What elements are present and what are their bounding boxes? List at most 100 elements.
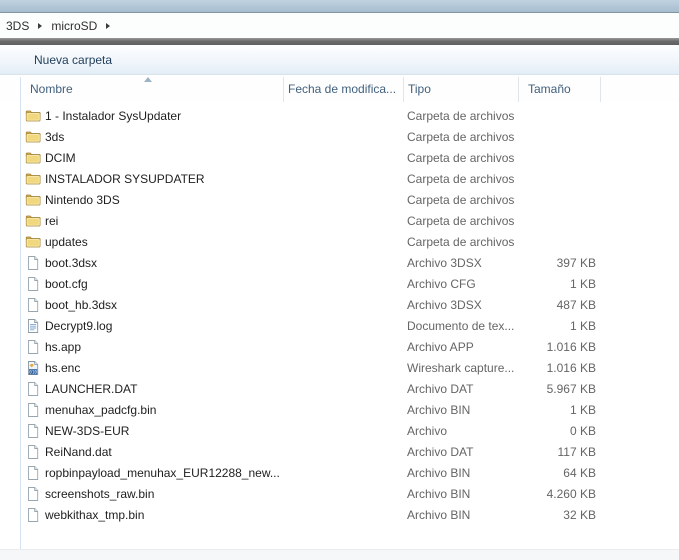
file-type: Carpeta de archivos bbox=[407, 214, 515, 228]
file-row[interactable]: 1 - Instalador SysUpdater Carpeta de arc… bbox=[0, 106, 679, 127]
file-type: Archivo 3DSX bbox=[407, 298, 482, 312]
column-header-date[interactable]: Fecha de modifica... bbox=[288, 82, 396, 96]
column-resize-handle[interactable] bbox=[518, 77, 519, 102]
file-size: 5.967 KB bbox=[546, 382, 596, 396]
file-icon bbox=[25, 465, 41, 481]
file-row[interactable]: 3ds Carpeta de archivos bbox=[0, 127, 679, 148]
file-name: hs.app bbox=[45, 340, 82, 354]
file-type: Carpeta de archivos bbox=[407, 130, 515, 144]
file-row[interactable]: updates Carpeta de archivos bbox=[0, 232, 679, 253]
file-row[interactable]: boot.3dsx Archivo 3DSX 397 KB bbox=[0, 253, 679, 274]
file-icon bbox=[25, 507, 41, 523]
file-type: Carpeta de archivos bbox=[407, 193, 515, 207]
file-size: 4.260 KB bbox=[546, 487, 596, 501]
file-row[interactable]: hs.app Archivo APP 1.016 KB bbox=[0, 337, 679, 358]
file-size: 32 KB bbox=[563, 508, 596, 522]
file-list: 1 - Instalador SysUpdater Carpeta de arc… bbox=[0, 106, 679, 526]
file-size: 1 KB bbox=[569, 403, 596, 417]
file-row[interactable]: Decrypt9.log Documento de tex... 1 KB bbox=[0, 316, 679, 337]
column-header-name[interactable]: Nombre bbox=[30, 82, 73, 96]
file-row[interactable]: webkithax_tmp.bin Archivo BIN 32 KB bbox=[0, 505, 679, 526]
file-icon bbox=[25, 339, 41, 355]
file-type: Archivo bbox=[407, 424, 448, 438]
file-row[interactable]: menuhax_padcfg.bin Archivo BIN 1 KB bbox=[0, 400, 679, 421]
file-name: ReiNand.dat bbox=[45, 445, 112, 459]
file-icon bbox=[25, 255, 41, 271]
file-row[interactable]: ropbinpayload_menuhax_EUR12288_new... Ar… bbox=[0, 463, 679, 484]
file-type: Archivo BIN bbox=[407, 487, 471, 501]
file-type: Carpeta de archivos bbox=[407, 109, 515, 123]
file-row[interactable]: ReiNand.dat Archivo DAT 117 KB bbox=[0, 442, 679, 463]
file-name: NEW-3DS-EUR bbox=[45, 424, 130, 438]
file-icon bbox=[25, 486, 41, 502]
file-type: Archivo APP bbox=[407, 340, 474, 354]
address-bar[interactable]: 3DS microSD bbox=[0, 13, 679, 38]
file-size: 487 KB bbox=[556, 298, 596, 312]
breadcrumb: 3DS microSD bbox=[0, 19, 115, 33]
file-name: LAUNCHER.DAT bbox=[45, 382, 138, 396]
breadcrumb-arrow-icon[interactable] bbox=[106, 22, 111, 29]
file-size: 1.016 KB bbox=[546, 361, 596, 375]
file-type: Carpeta de archivos bbox=[407, 235, 515, 249]
file-name: ropbinpayload_menuhax_EUR12288_new... bbox=[45, 466, 280, 480]
file-row[interactable]: screenshots_raw.bin Archivo BIN 4.260 KB bbox=[0, 484, 679, 505]
file-type: Carpeta de archivos bbox=[407, 151, 515, 165]
file-size: 117 KB bbox=[557, 445, 596, 459]
file-size: 0 KB bbox=[569, 424, 596, 438]
folder-icon bbox=[25, 213, 41, 229]
file-row[interactable]: LAUNCHER.DAT Archivo DAT 5.967 KB bbox=[0, 379, 679, 400]
breadcrumb-arrow-icon[interactable] bbox=[38, 22, 43, 29]
file-size: 1.016 KB bbox=[546, 340, 596, 354]
file-type: Archivo BIN bbox=[407, 508, 471, 522]
file-name: rei bbox=[45, 214, 59, 228]
folder-icon bbox=[25, 108, 41, 124]
file-type: Archivo BIN bbox=[407, 403, 471, 417]
file-row[interactable]: boot_hb.3dsx Archivo 3DSX 487 KB bbox=[0, 295, 679, 316]
folder-icon bbox=[25, 234, 41, 250]
file-icon bbox=[25, 276, 41, 292]
file-row[interactable]: 010 hs.enc Wireshark capture... 1.016 KB bbox=[0, 358, 679, 379]
file-row[interactable]: INSTALADOR SYSUPDATER Carpeta de archivo… bbox=[0, 169, 679, 190]
column-header-size[interactable]: Tamaño bbox=[528, 82, 571, 96]
window-separator bbox=[0, 38, 679, 45]
file-icon bbox=[25, 444, 41, 460]
folder-icon bbox=[25, 171, 41, 187]
file-row[interactable]: DCIM Carpeta de archivos bbox=[0, 148, 679, 169]
file-row[interactable]: rei Carpeta de archivos bbox=[0, 211, 679, 232]
column-resize-handle[interactable] bbox=[600, 77, 601, 102]
file-size: 1 KB bbox=[569, 319, 596, 333]
column-resize-handle[interactable] bbox=[283, 77, 284, 102]
column-header-type[interactable]: Tipo bbox=[408, 82, 431, 96]
file-name: Decrypt9.log bbox=[45, 319, 113, 333]
file-type: Archivo CFG bbox=[407, 277, 476, 291]
wireshark-icon: 010 bbox=[25, 360, 41, 376]
details-pane-edge bbox=[0, 549, 679, 560]
explorer-window: 3DS microSD Nueva carpeta Nombre Fecha d… bbox=[0, 0, 679, 560]
file-icon bbox=[25, 402, 41, 418]
file-row[interactable]: NEW-3DS-EUR Archivo 0 KB bbox=[0, 421, 679, 442]
file-row[interactable]: boot.cfg Archivo CFG 1 KB bbox=[0, 274, 679, 295]
file-icon bbox=[25, 297, 41, 313]
breadcrumb-item-microsd[interactable]: microSD bbox=[47, 19, 101, 33]
breadcrumb-item-3ds[interactable]: 3DS bbox=[2, 19, 33, 33]
column-header-row: Nombre Fecha de modifica... Tipo Tamaño bbox=[0, 75, 679, 102]
folder-icon bbox=[25, 129, 41, 145]
sort-ascending-icon bbox=[144, 77, 152, 82]
file-name: webkithax_tmp.bin bbox=[45, 508, 145, 522]
column-resize-handle[interactable] bbox=[403, 77, 404, 102]
window-title-strip bbox=[0, 0, 679, 13]
file-size: 64 KB bbox=[563, 466, 596, 480]
file-type: Archivo 3DSX bbox=[407, 256, 482, 270]
file-name: boot.cfg bbox=[45, 277, 88, 291]
file-name: DCIM bbox=[45, 151, 76, 165]
file-name: hs.enc bbox=[45, 361, 81, 375]
text-document-icon bbox=[25, 318, 41, 334]
file-name: screenshots_raw.bin bbox=[45, 487, 155, 501]
file-type: Archivo DAT bbox=[407, 445, 474, 459]
command-toolbar: Nueva carpeta bbox=[0, 45, 679, 75]
folder-icon bbox=[25, 150, 41, 166]
file-type: Archivo DAT bbox=[407, 382, 474, 396]
file-row[interactable]: Nintendo 3DS Carpeta de archivos bbox=[0, 190, 679, 211]
new-folder-button[interactable]: Nueva carpeta bbox=[28, 50, 118, 70]
folder-icon bbox=[25, 192, 41, 208]
